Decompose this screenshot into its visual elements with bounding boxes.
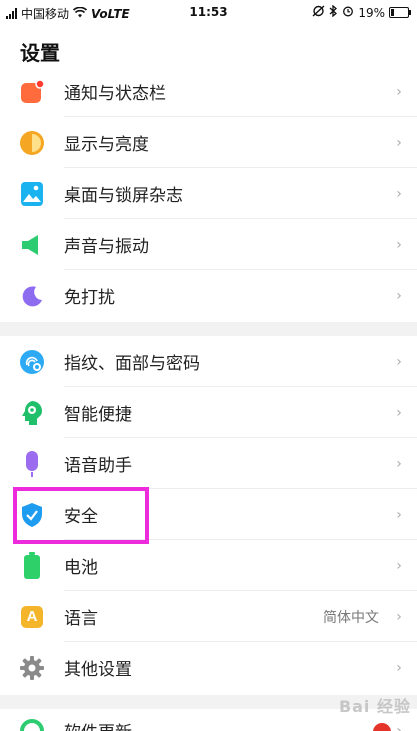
chevron-right-icon: ›: [396, 353, 402, 370]
battery-icon: [0, 551, 64, 580]
language-value: 简体中文: [323, 609, 379, 626]
settings-item-label: 桌面与锁屏杂志: [64, 186, 183, 206]
settings-item-label: 显示与亮度: [64, 135, 149, 155]
settings-group-1: 通知与状态栏 › 显示与亮度 › 桌面与锁屏杂志 › 声音与振动 › 免打扰 ›: [0, 66, 417, 321]
settings-item-label: 智能便捷: [64, 405, 132, 425]
chevron-right-icon: ›: [396, 608, 402, 625]
settings-item-smart-shortcuts[interactable]: 智能便捷 ›: [0, 387, 417, 438]
settings-item-display[interactable]: 显示与亮度 ›: [0, 117, 417, 168]
display-brightness-icon: [0, 130, 64, 156]
settings-item-label: 通知与状态栏: [64, 84, 166, 104]
group-separator: [0, 322, 417, 336]
gear-icon: [0, 655, 64, 680]
notification-icon: [0, 79, 64, 104]
moon-icon: [0, 284, 64, 308]
update-icon: [0, 718, 64, 731]
chevron-right-icon: ›: [396, 557, 402, 574]
settings-item-sound[interactable]: 声音与振动 ›: [0, 219, 417, 270]
battery-icon: [389, 7, 411, 18]
page-title: 设置: [20, 41, 60, 65]
settings-item-do-not-disturb[interactable]: 免打扰 ›: [0, 270, 417, 321]
settings-item-wallpaper[interactable]: 桌面与锁屏杂志 ›: [0, 168, 417, 219]
settings-item-voice-assistant[interactable]: 语音助手 ›: [0, 438, 417, 489]
chevron-right-icon: ›: [396, 83, 402, 100]
security-highlight-box: [13, 487, 149, 544]
watermark: Bai 经验: [338, 697, 411, 716]
chevron-right-icon: ›: [396, 404, 402, 421]
settings-item-label: 语言: [64, 609, 98, 629]
settings-item-label: 软件更新: [64, 718, 387, 731]
settings-item-label: 指纹、面部与密码: [64, 354, 200, 374]
chevron-right-icon: ›: [396, 185, 402, 202]
settings-item-label: 语音助手: [64, 456, 132, 476]
alarm-icon: [342, 5, 354, 20]
settings-item-label: 其他设置: [64, 660, 132, 680]
settings-item-fingerprint-face-password[interactable]: 指纹、面部与密码 ›: [0, 336, 417, 387]
fingerprint-face-icon: [0, 349, 64, 375]
language-icon-letter: A: [21, 605, 43, 628]
chevron-right-icon: ›: [396, 287, 402, 304]
wallpaper-icon: [0, 181, 64, 207]
chevron-right-icon: ›: [396, 506, 402, 523]
language-icon: A: [0, 605, 64, 628]
settings-item-battery[interactable]: 电池 ›: [0, 540, 417, 591]
bluetooth-icon: [329, 4, 338, 20]
settings-item-other-settings[interactable]: 其他设置 ›: [0, 642, 417, 693]
chevron-right-icon: ›: [396, 659, 402, 676]
chevron-right-icon: ›: [396, 134, 402, 151]
battery-percent: 19%: [358, 5, 385, 20]
speaker-icon: [0, 233, 64, 257]
settings-item-notifications[interactable]: 通知与状态栏 ›: [0, 66, 417, 117]
status-right: 19%: [312, 4, 411, 20]
settings-item-label: 免打扰: [64, 288, 115, 308]
smart-head-icon: [0, 400, 64, 426]
status-bar: 中国移动 VoLTE 11:53 19%: [0, 0, 417, 26]
settings-item-label: 声音与振动: [64, 237, 149, 257]
settings-item-label: 电池: [64, 558, 98, 578]
settings-item-language[interactable]: A 语言 简体中文 ›: [0, 591, 417, 642]
microphone-icon: [0, 450, 64, 478]
chevron-right-icon: ›: [396, 236, 402, 253]
no-sim-vibrate-icon: [312, 5, 325, 20]
chevron-right-icon: ›: [396, 455, 402, 472]
